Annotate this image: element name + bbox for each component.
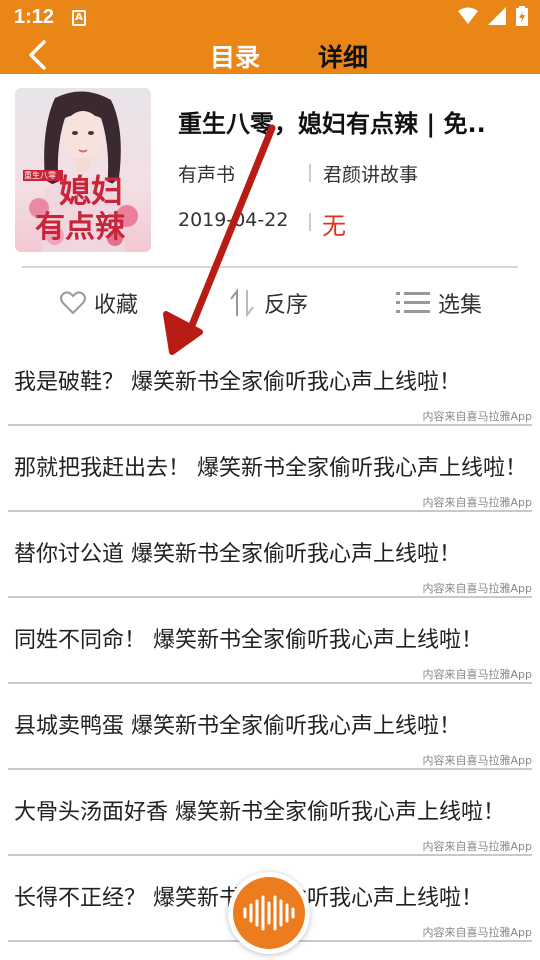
divider bbox=[22, 266, 518, 268]
book-status: 无 bbox=[322, 212, 346, 240]
list-item[interactable]: 替你讨公道 爆笑新书全家偷听我心声上线啦！ 内容来自喜马拉雅App bbox=[0, 512, 540, 598]
meta-separator bbox=[309, 164, 311, 182]
back-arrow-icon bbox=[29, 40, 46, 70]
reverse-label: 反序 bbox=[264, 293, 309, 318]
book-cover[interactable]: 重生八零 媳妇 有点辣 bbox=[15, 88, 151, 252]
battery-icon bbox=[516, 6, 528, 26]
list-item[interactable]: 县城卖鸭蛋 爆笑新书全家偷听我心声上线啦！ 内容来自喜马拉雅App bbox=[0, 684, 540, 770]
status-bar: 1:12 A bbox=[0, 0, 540, 36]
episodes-label: 选集 bbox=[438, 293, 483, 318]
episode-source: 内容来自喜马拉雅App bbox=[422, 926, 533, 939]
list-item[interactable]: 我是破鞋？ 爆笑新书全家偷听我心声上线啦！ 内容来自喜马拉雅App bbox=[0, 340, 540, 426]
episodes-button[interactable]: 选集 bbox=[396, 280, 482, 326]
notification-app-icon: A bbox=[72, 10, 86, 26]
episode-list: 我是破鞋？ 爆笑新书全家偷听我心声上线啦！ 内容来自喜马拉雅App 那就把我赶出… bbox=[0, 340, 540, 942]
book-narrator[interactable]: 君颜讲故事 bbox=[323, 160, 418, 187]
tab-detail[interactable]: 详细 bbox=[318, 38, 368, 74]
episode-source: 内容来自喜马拉雅App bbox=[422, 840, 533, 853]
audio-player-button[interactable] bbox=[228, 872, 310, 954]
episode-source: 内容来自喜马拉雅App bbox=[422, 582, 533, 595]
collect-label: 收藏 bbox=[94, 293, 139, 318]
list-icon bbox=[396, 292, 430, 313]
book-title: 重生八零，媳妇有点辣 | 免.. bbox=[178, 110, 486, 138]
sort-icon bbox=[230, 288, 254, 318]
wifi-icon bbox=[458, 7, 478, 24]
list-item[interactable]: 大骨头汤面好香 爆笑新书全家偷听我心声上线啦！ 内容来自喜马拉雅App bbox=[0, 770, 540, 856]
action-bar: 收藏 反序 选集 bbox=[0, 280, 540, 326]
audio-wave-icon bbox=[243, 895, 295, 931]
episode-title: 县城卖鸭蛋 爆笑新书全家偷听我心声上线啦！ bbox=[14, 714, 461, 739]
book-type: 有声书 bbox=[178, 164, 236, 186]
episode-source: 内容来自喜马拉雅App bbox=[422, 668, 533, 681]
episode-title: 同姓不同命！ 爆笑新书全家偷听我心声上线啦！ bbox=[14, 628, 483, 653]
episode-source: 内容来自喜马拉雅App bbox=[422, 410, 533, 423]
heart-outline-icon bbox=[60, 291, 86, 315]
signal-icon bbox=[488, 7, 506, 25]
episode-title: 那就把我赶出去！ 爆笑新书全家偷听我心声上线啦！ bbox=[14, 456, 527, 481]
reverse-button[interactable]: 反序 bbox=[228, 280, 308, 326]
back-button[interactable] bbox=[20, 38, 54, 72]
tab-catalog[interactable]: 目录 bbox=[210, 38, 260, 74]
status-time: 1:12 bbox=[14, 6, 55, 28]
episode-title: 我是破鞋？ 爆笑新书全家偷听我心声上线啦！ bbox=[14, 370, 461, 395]
episode-title: 替你讨公道 爆笑新书全家偷听我心声上线啦！ bbox=[14, 542, 461, 567]
cover-small-title: 重生八零 bbox=[24, 171, 56, 180]
list-item[interactable]: 那就把我赶出去！ 爆笑新书全家偷听我心声上线啦！ 内容来自喜马拉雅App bbox=[0, 426, 540, 512]
episode-source: 内容来自喜马拉雅App bbox=[422, 496, 533, 509]
nav-bar: 目录 详细 bbox=[0, 36, 540, 74]
cover-title-line-2: 有点辣 bbox=[35, 210, 125, 245]
episode-source: 内容来自喜马拉雅App bbox=[422, 754, 533, 767]
book-header: 重生八零 媳妇 有点辣 重生八零，媳妇有点辣 | 免.. 有声书 君颜讲故事 2… bbox=[0, 74, 540, 270]
list-item[interactable]: 同姓不同命！ 爆笑新书全家偷听我心声上线啦！ 内容来自喜马拉雅App bbox=[0, 598, 540, 684]
collect-button[interactable]: 收藏 bbox=[60, 280, 138, 326]
status-icons bbox=[458, 6, 528, 26]
book-date: 2019-04-22 bbox=[178, 209, 289, 231]
episode-title: 大骨头汤面好香 爆笑新书全家偷听我心声上线啦！ bbox=[14, 800, 505, 825]
meta-separator bbox=[309, 213, 311, 231]
